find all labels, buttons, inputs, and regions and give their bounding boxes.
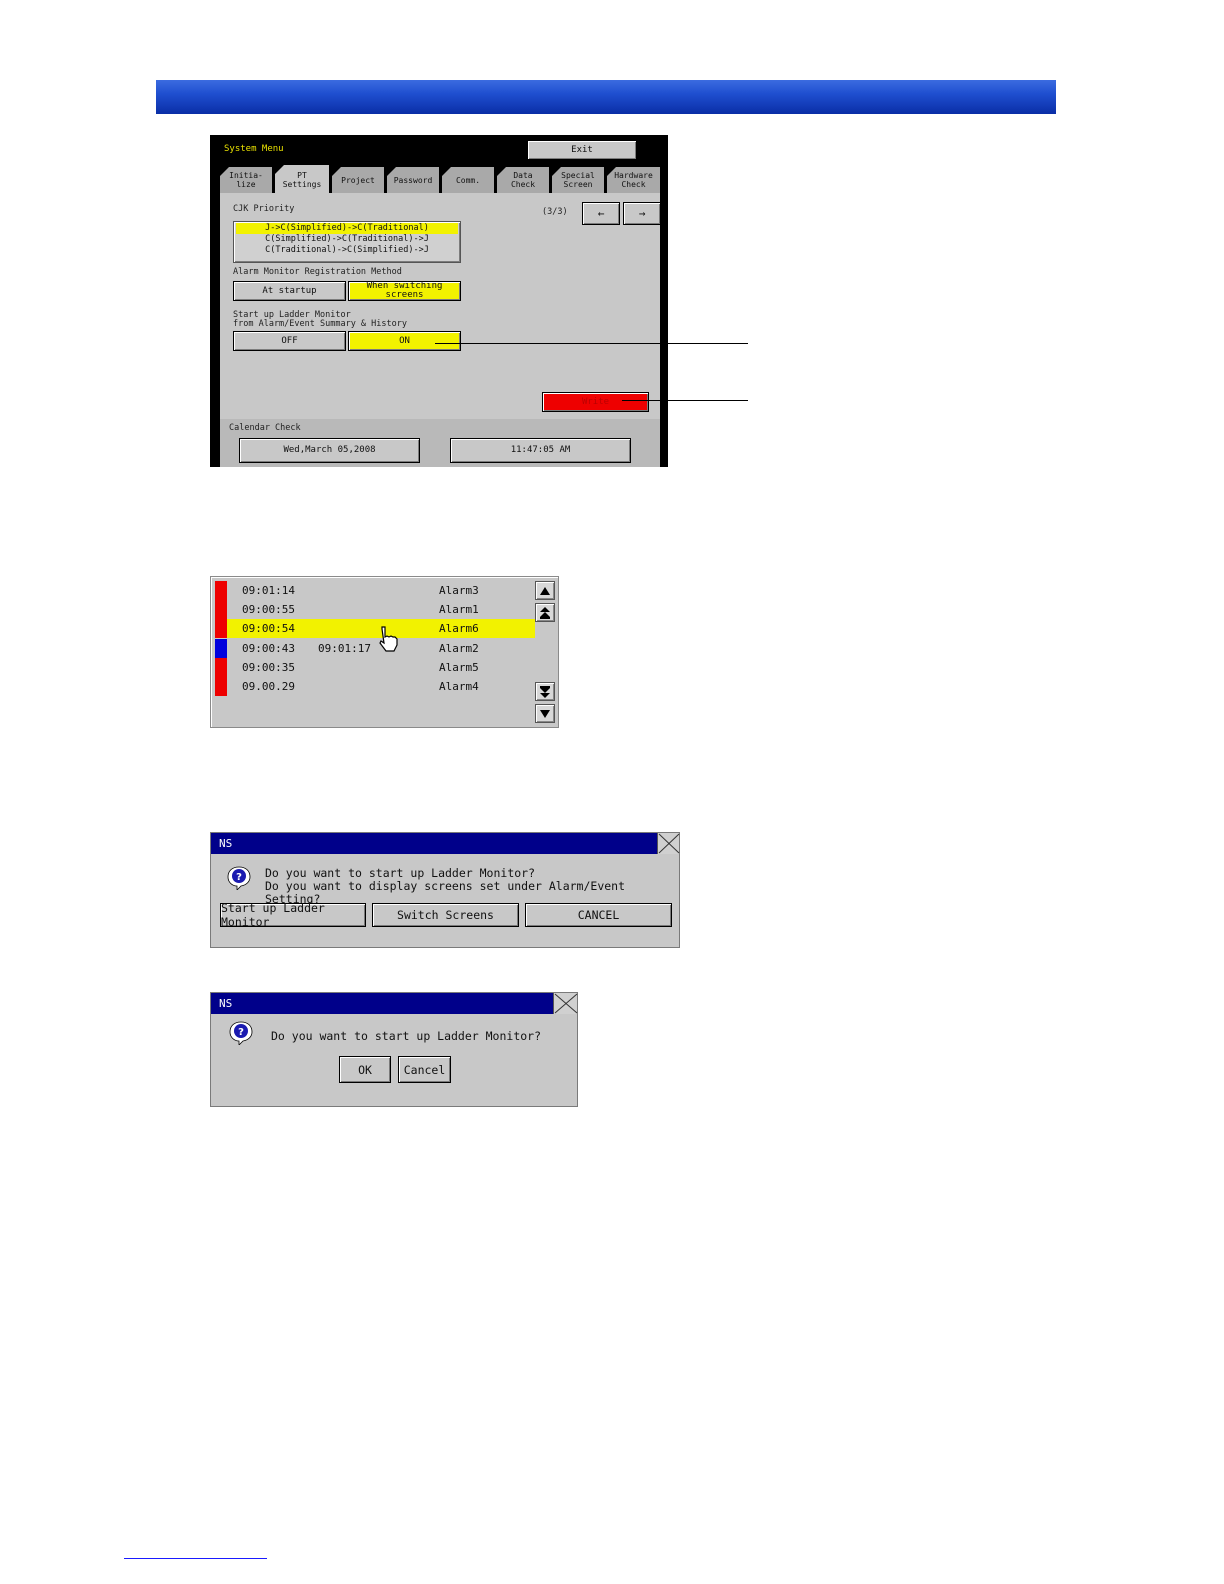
alarm-color-indicator bbox=[215, 600, 227, 619]
alarm-method-label: Alarm Monitor Registration Method bbox=[233, 267, 402, 277]
cjk-priority-list: J->C(Simplified)->C(Traditional) C(Simpl… bbox=[233, 221, 461, 263]
question-icon: ? bbox=[227, 866, 251, 890]
arrow-down-icon bbox=[540, 709, 550, 718]
alarm-summary-list: 09:01:14 Alarm3 09:00:55 Alarm1 09:00:54… bbox=[210, 576, 559, 728]
ladder-monitor-label: Start up Ladder Monitor from Alarm/Event… bbox=[233, 310, 407, 329]
system-menu-title: System Menu bbox=[224, 144, 284, 154]
start-ladder-monitor-button[interactable]: Start up Ladder Monitor bbox=[220, 901, 366, 929]
tab-special-screen[interactable]: Special Screen bbox=[552, 167, 604, 193]
tab-initialize[interactable]: Initia- lize bbox=[220, 167, 272, 193]
alarm-color-indicator bbox=[215, 658, 227, 677]
alarm-color-indicator bbox=[215, 619, 227, 638]
calendar-check-area: Calendar Check Wed,March 05,2008 11:47:0… bbox=[220, 419, 660, 467]
section-header-bar bbox=[156, 80, 1056, 114]
cjk-option-2[interactable]: C(Simplified)->C(Traditional)->J bbox=[234, 234, 460, 245]
tab-data-check[interactable]: Data Check bbox=[497, 167, 549, 193]
prev-page-button[interactable]: ← bbox=[582, 202, 620, 225]
scroll-up-button[interactable] bbox=[535, 581, 555, 600]
alarm-name: Alarm3 bbox=[439, 584, 479, 597]
pt-settings-body: CJK Priority (3/3) ← → J->C(Simplified)-… bbox=[220, 193, 661, 419]
ladder-on-button[interactable]: ON bbox=[348, 331, 461, 351]
tab-hardware-check[interactable]: Hardware Check bbox=[607, 167, 660, 193]
dialog-title: NS bbox=[211, 993, 553, 1014]
ok-button[interactable]: OK bbox=[339, 1056, 391, 1083]
at-startup-button[interactable]: At startup bbox=[233, 281, 346, 301]
tab-password[interactable]: Password bbox=[387, 167, 439, 193]
start-ladder-monitor-dialog: NS ? Do you want to start up Ladder Moni… bbox=[210, 992, 578, 1107]
svg-text:?: ? bbox=[236, 872, 242, 883]
cjk-option-3[interactable]: C(Traditional)->C(Simplified)->J bbox=[234, 245, 460, 256]
alarm-name: Alarm5 bbox=[439, 661, 479, 674]
scroll-top-button[interactable] bbox=[535, 603, 555, 622]
next-page-button[interactable]: → bbox=[623, 202, 661, 225]
hand-pointer-icon bbox=[379, 626, 398, 652]
callout-line-write bbox=[622, 400, 748, 401]
alarm-row[interactable]: 09:00:43 09:01:17 Alarm2 bbox=[215, 639, 535, 658]
svg-text:?: ? bbox=[238, 1027, 244, 1038]
exit-button[interactable]: Exit bbox=[527, 140, 637, 160]
scroll-down-button[interactable] bbox=[535, 704, 555, 723]
time-display[interactable]: 11:47:05 AM bbox=[450, 438, 631, 463]
footer-divider bbox=[124, 1558, 267, 1559]
when-switching-screens-button[interactable]: When switching screens bbox=[348, 281, 461, 301]
alarm-time: 09.00.29 bbox=[242, 680, 295, 693]
alarm-time: 09:00:43 bbox=[242, 642, 295, 655]
alarm-color-indicator bbox=[215, 639, 227, 658]
tab-project[interactable]: Project bbox=[332, 167, 384, 193]
alarm-time: 09:00:54 bbox=[242, 622, 295, 635]
alarm-name: Alarm4 bbox=[439, 680, 479, 693]
alarm-row-selected[interactable]: 09:00:54 Alarm6 bbox=[215, 619, 535, 638]
alarm-color-indicator bbox=[215, 677, 227, 696]
alarm-row[interactable]: 09:00:35 Alarm5 bbox=[215, 658, 535, 677]
alarm-time-recovered: 09:01:17 bbox=[318, 642, 371, 655]
calendar-check-label: Calendar Check bbox=[229, 423, 301, 433]
alarm-name: Alarm6 bbox=[439, 622, 479, 635]
double-arrow-down-icon bbox=[540, 685, 550, 698]
alarm-row[interactable]: 09.00.29 Alarm4 bbox=[215, 677, 535, 696]
alarm-color-indicator bbox=[215, 581, 227, 600]
write-button[interactable]: Write bbox=[542, 392, 649, 412]
dialog-title: NS bbox=[211, 833, 657, 854]
tab-comm[interactable]: Comm. bbox=[442, 167, 494, 193]
tab-bar: Initia- lize PT Settings Project Passwor… bbox=[220, 165, 660, 195]
alarm-row[interactable]: 09:00:55 Alarm1 bbox=[215, 600, 535, 619]
system-menu-window: System Menu Exit Initia- lize PT Setting… bbox=[210, 135, 668, 467]
question-icon: ? bbox=[229, 1021, 253, 1045]
alarm-time: 09:00:55 bbox=[242, 603, 295, 616]
double-arrow-up-icon bbox=[540, 606, 550, 619]
close-icon[interactable] bbox=[553, 993, 578, 1014]
arrow-up-icon bbox=[540, 586, 550, 595]
page-indicator: (3/3) bbox=[542, 207, 568, 217]
callout-line-on bbox=[435, 343, 748, 344]
cancel-button[interactable]: Cancel bbox=[398, 1056, 451, 1083]
cancel-button[interactable]: CANCEL bbox=[525, 903, 672, 927]
alarm-name: Alarm2 bbox=[439, 642, 479, 655]
dialog-message: Do you want to start up Ladder Monitor? bbox=[271, 1029, 542, 1043]
switch-screens-button[interactable]: Switch Screens bbox=[372, 903, 519, 927]
close-icon[interactable] bbox=[657, 833, 680, 854]
alarm-time: 09:01:14 bbox=[242, 584, 295, 597]
tab-pt-settings[interactable]: PT Settings bbox=[275, 165, 329, 195]
alarm-time: 09:00:35 bbox=[242, 661, 295, 674]
alarm-row[interactable]: 09:01:14 Alarm3 bbox=[215, 581, 535, 600]
scroll-bottom-button[interactable] bbox=[535, 682, 555, 701]
ladder-off-button[interactable]: OFF bbox=[233, 331, 346, 351]
cjk-priority-label: CJK Priority bbox=[233, 204, 295, 214]
date-display[interactable]: Wed,March 05,2008 bbox=[239, 438, 420, 463]
alarm-name: Alarm1 bbox=[439, 603, 479, 616]
ladder-or-switch-dialog: NS ? Do you want to start up Ladder Moni… bbox=[210, 832, 680, 948]
cjk-option-1[interactable]: J->C(Simplified)->C(Traditional) bbox=[236, 223, 458, 234]
